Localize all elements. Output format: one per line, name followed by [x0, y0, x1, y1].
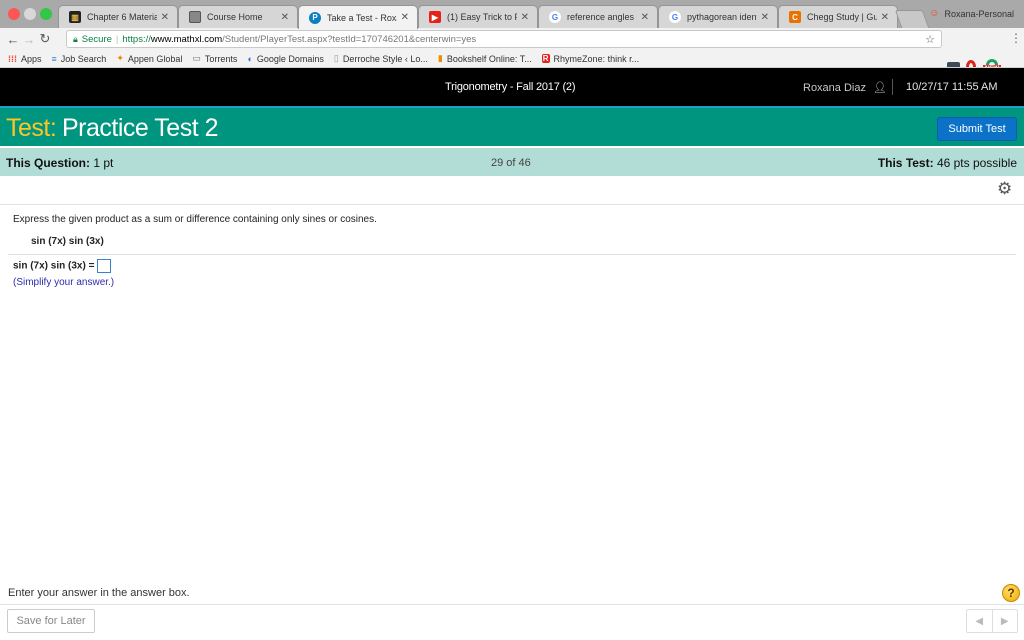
- bookmark-star-icon[interactable]: ☆: [925, 33, 935, 46]
- google-domains-icon: ◐: [247, 53, 253, 64]
- test-points: This Test: 46 pts possible: [877, 156, 1017, 170]
- pearson-icon: P: [309, 11, 321, 24]
- question-pager: ◀ ▶: [966, 609, 1018, 633]
- test-title-bar: Test: Practice Test 2 Submit Test: [0, 108, 1024, 146]
- tab-pythagorean-identities[interactable]: G pythagorean identiti ✕: [658, 5, 778, 28]
- minimize-window-button[interactable]: [24, 8, 36, 20]
- question-instruction: Express the given product as a sum or di…: [13, 214, 377, 225]
- chevron-right-icon: ▶: [1000, 615, 1009, 627]
- address-bar[interactable]: 🔒︎ Secure | https:// www.mathxl.com /Stu…: [66, 30, 942, 48]
- google-icon: G: [669, 11, 681, 23]
- save-for-later-button[interactable]: Save for Later: [7, 609, 95, 633]
- google-icon: G: [549, 11, 561, 23]
- close-tab-icon[interactable]: ✕: [521, 12, 529, 23]
- bookmarks-bar: ⁞⁞⁞ Apps ≡ Job Search ✦ Appen Global ▭ Torre…: [0, 50, 1024, 68]
- reload-button[interactable]: ↻: [37, 31, 53, 47]
- close-tab-icon[interactable]: ✕: [401, 12, 409, 23]
- footer-message: Enter your answer in the answer box.: [8, 587, 190, 599]
- maximize-window-button[interactable]: [40, 8, 52, 20]
- course-header: Trigonometry - Fall 2017 (2) Roxana Diaz…: [0, 68, 1024, 106]
- close-tab-icon[interactable]: ✕: [281, 12, 289, 23]
- new-tab-button[interactable]: [894, 10, 930, 28]
- tab-reference-angles[interactable]: G reference angles - G ✕: [538, 5, 658, 28]
- lock-icon: 🔒︎: [73, 33, 78, 44]
- previous-question-button[interactable]: ◀: [967, 610, 993, 632]
- close-tab-icon[interactable]: ✕: [161, 12, 169, 23]
- datetime: 10/27/17 11:55 AM: [906, 81, 998, 93]
- test-name: Practice Test 2: [62, 114, 219, 142]
- profile-button[interactable]: ☺ Roxana-Personal: [929, 8, 1014, 19]
- user-name[interactable]: Roxana Diaz 👤︎: [803, 81, 887, 94]
- tab-chapter-6-materials[interactable]: ▥ Chapter 6 Materials ✕: [58, 5, 178, 28]
- next-question-button[interactable]: ▶: [993, 610, 1018, 632]
- tab-strip: ▥ Chapter 6 Materials ✕ Course Home ✕ P …: [0, 0, 1024, 29]
- close-tab-icon[interactable]: ✕: [881, 12, 889, 23]
- bookmark-google-domains[interactable]: ◐ Google Domains: [247, 54, 323, 64]
- bookmark-rhymezone[interactable]: R RhymeZone: think r...: [541, 54, 639, 64]
- gear-icon[interactable]: ⚙: [997, 180, 1013, 197]
- tab-easy-trick[interactable]: ▶ (1) Easy Trick to Find ✕: [418, 5, 538, 28]
- job-search-icon: ≡: [51, 53, 57, 64]
- page-icon: ▯: [333, 53, 339, 63]
- user-icon: 👤︎: [873, 82, 888, 94]
- close-window-button[interactable]: [8, 8, 20, 20]
- bookmark-bookshelf-online[interactable]: ▮ Bookshelf Online: T...: [438, 53, 532, 64]
- bookmark-appen-global[interactable]: ✦ Appen Global: [116, 53, 182, 64]
- menu-kebab-icon[interactable]: ⋮: [1010, 31, 1022, 45]
- tab-take-a-test[interactable]: P Take a Test - Roxana ✕: [298, 5, 418, 29]
- answer-input[interactable]: [97, 259, 112, 273]
- question-points: This Question: 1 pt: [6, 156, 114, 170]
- navigation-bar: ← → ↻ 🔒︎ Secure | https:// www.mathxl.co…: [0, 28, 1024, 74]
- profile-icon: ☺: [929, 8, 940, 19]
- chegg-icon: C: [789, 11, 801, 23]
- youtube-icon: ▶: [429, 11, 441, 23]
- bookmark-apps[interactable]: ⁞⁞⁞ Apps: [8, 54, 42, 64]
- rhymezone-icon: R: [541, 54, 550, 63]
- appen-icon: ✦: [116, 53, 124, 63]
- answer-row: sin (7x) sin (3x) =: [13, 259, 112, 273]
- book-icon: ▥: [69, 11, 81, 23]
- question-expression: sin (7x) sin (3x): [31, 236, 104, 247]
- bookmark-torrents[interactable]: ▭ Torrents: [192, 53, 237, 64]
- close-tab-icon[interactable]: ✕: [641, 12, 649, 23]
- forward-button[interactable]: →: [21, 32, 37, 47]
- back-button[interactable]: ←: [5, 32, 21, 47]
- apps-grid-icon: ⁞⁞⁞: [8, 53, 17, 64]
- chevron-left-icon: ◀: [975, 615, 984, 627]
- bookmark-derroche-style[interactable]: ▯ Derroche Style ‹ Lo...: [334, 53, 428, 64]
- submit-test-button[interactable]: Submit Test: [937, 117, 1017, 141]
- answer-prefix: sin (7x) sin (3x) =: [13, 260, 95, 272]
- question-progress: 29 of 46: [491, 157, 531, 169]
- answer-hint: (Simplify your answer.): [13, 277, 115, 288]
- bookmark-job-search[interactable]: ≡ Job Search: [52, 54, 107, 64]
- browser-chrome: ▥ Chapter 6 Materials ✕ Course Home ✕ P …: [0, 0, 1024, 74]
- tab-chegg-study[interactable]: C Chegg Study | Guide ✕: [778, 5, 898, 28]
- folder-icon: ▭: [192, 53, 201, 63]
- test-label: Test:: [6, 114, 57, 142]
- tab-course-home[interactable]: Course Home ✕: [178, 5, 298, 28]
- page-icon: [189, 11, 201, 23]
- close-tab-icon[interactable]: ✕: [761, 12, 769, 23]
- help-button[interactable]: ?: [1002, 584, 1020, 602]
- bookshelf-icon: ▮: [437, 53, 443, 63]
- course-title: Trigonometry - Fall 2017 (2): [445, 81, 576, 93]
- question-info-bar: This Question: 1 pt 29 of 46 This Test: …: [0, 148, 1024, 176]
